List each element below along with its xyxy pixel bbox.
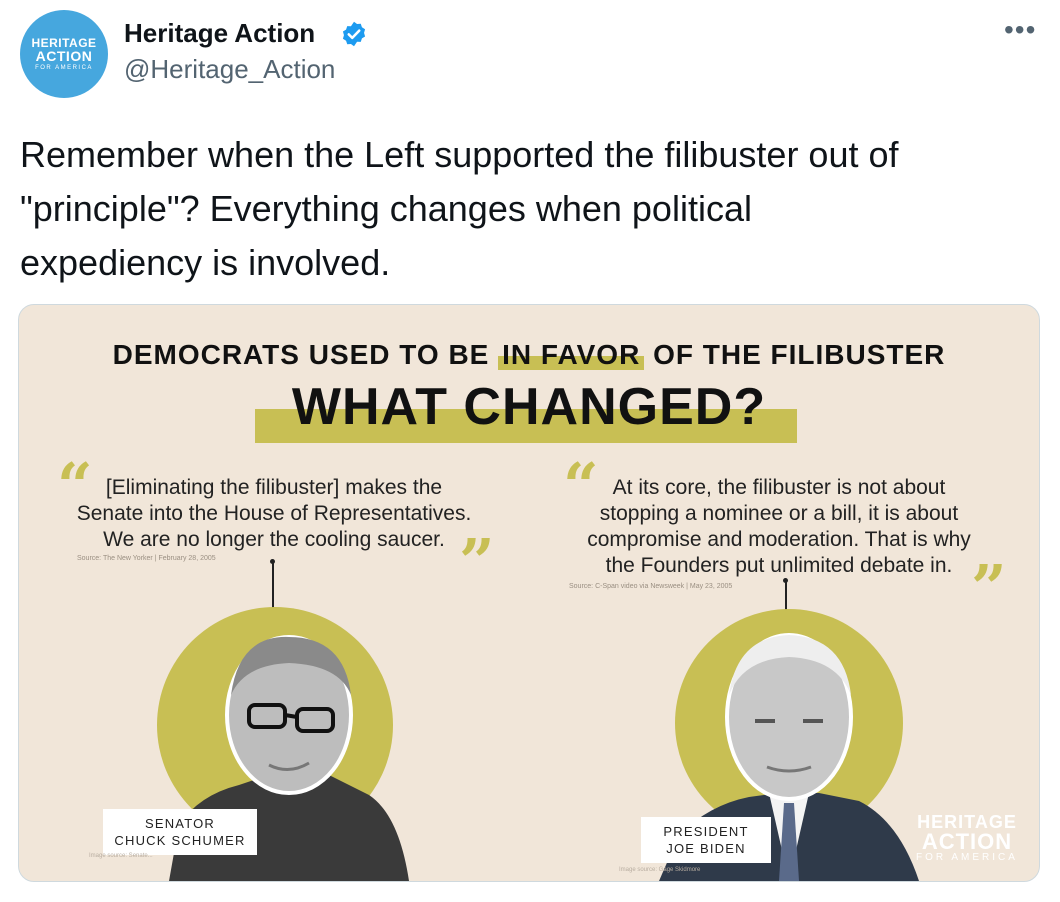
quote-source-biden: Source: C-Span video via Newsweek | May … <box>569 583 733 590</box>
image-credit-biden: Image source: Gage Skidmore <box>619 867 701 873</box>
logo-text-3: FOR AMERICA <box>916 852 1018 863</box>
title-schumer: SENATOR <box>144 816 216 831</box>
name-biden: JOE BIDEN <box>666 841 746 856</box>
quote-text-schumer: [Eliminating the filibuster] makes the S… <box>76 476 472 551</box>
more-options-icon[interactable]: ••• <box>1004 14 1036 46</box>
avatar[interactable]: HERITAGE ACTION FOR AMERICA <box>20 10 108 98</box>
headline-pre: DEMOCRATS USED TO BE <box>112 339 499 370</box>
quote-text-biden: At its core, the filibuster is not about… <box>587 476 971 577</box>
tweet-text: Remember when the Left supported the fil… <box>20 134 899 283</box>
connector-line <box>785 581 787 611</box>
headline-highlight: IN FAVOR <box>498 339 645 370</box>
quote-source-schumer: Source: The New Yorker | February 28, 20… <box>77 555 216 562</box>
close-quote-icon: ” <box>971 551 1007 624</box>
tweet-image[interactable]: DEMOCRATS USED TO BE IN FAVOR OF THE FIL… <box>18 304 1040 882</box>
name-label-biden: PRESIDENT JOE BIDEN <box>641 817 771 863</box>
avatar-text-3: FOR AMERICA <box>35 65 93 71</box>
title-biden: PRESIDENT <box>663 824 749 839</box>
close-quote-icon: ” <box>459 525 495 598</box>
graphic-subheadline: WHAT CHANGED? <box>291 378 767 436</box>
name-label-schumer: SENATOR CHUCK SCHUMER <box>103 809 257 855</box>
headline-post: OF THE FILIBUSTER <box>644 339 946 370</box>
logo-text-2: ACTION <box>921 829 1013 854</box>
name-schumer: CHUCK SCHUMER <box>114 833 246 848</box>
verified-badge-icon <box>342 21 366 47</box>
heritage-action-logo: HERITAGE ACTION FOR AMERICA <box>905 813 1029 863</box>
image-credit-schumer: Image source: Senate... <box>89 853 153 859</box>
avatar-text-2: ACTION <box>35 48 93 64</box>
display-name[interactable]: Heritage Action <box>124 18 315 49</box>
graphic-headline: DEMOCRATS USED TO BE IN FAVOR OF THE FIL… <box>19 339 1039 371</box>
handle[interactable]: @Heritage_Action <box>124 54 335 85</box>
